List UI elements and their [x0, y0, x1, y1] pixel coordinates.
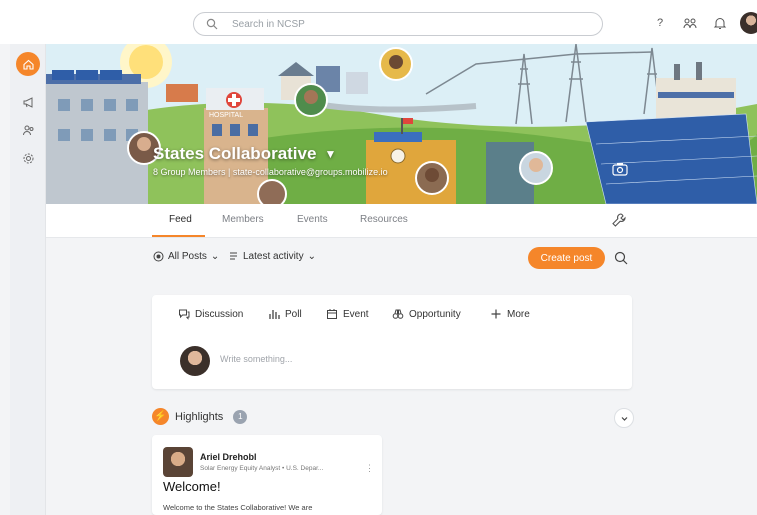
create-post-button[interactable]: Create post — [528, 247, 605, 269]
post-title: Welcome! — [163, 479, 221, 494]
author-avatar — [163, 447, 193, 477]
active-tab-indicator — [152, 235, 205, 237]
camera-icon[interactable] — [612, 162, 628, 176]
discussion-button[interactable]: Discussion — [178, 308, 243, 320]
event-label: Event — [343, 308, 369, 320]
tab-resources[interactable]: Resources — [360, 214, 408, 225]
chevron-down-icon — [621, 416, 627, 421]
wrench-icon[interactable] — [611, 212, 627, 228]
help-icon[interactable]: ? — [650, 13, 670, 33]
bell-icon[interactable] — [710, 13, 730, 33]
home-icon[interactable] — [16, 52, 40, 76]
search-box[interactable] — [193, 12, 603, 36]
plus-icon — [491, 309, 501, 319]
search-icon — [206, 18, 218, 30]
calendar-icon — [327, 309, 337, 319]
feed-filter-bar: All Posts ⌄ Latest activity ⌄ Create pos… — [46, 238, 757, 278]
chevron-down-icon: ⌄ — [210, 251, 220, 262]
group-banner: HOSPITAL States Collaborative ▼ 8 Group … — [46, 44, 757, 204]
highlights-label: Highlights — [175, 410, 224, 423]
opportunity-button[interactable]: Opportunity — [392, 308, 461, 320]
search-icon[interactable] — [613, 250, 629, 266]
left-rail — [10, 44, 46, 515]
more-button[interactable]: More — [490, 308, 530, 320]
sort-filter[interactable]: Latest activity ⌄ — [228, 251, 316, 262]
more-options-icon[interactable]: ⋮ — [365, 463, 374, 474]
author-role: Solar Energy Equity Analyst • U.S. Depar… — [200, 465, 324, 472]
list-icon — [230, 252, 237, 260]
post-body: Welcome to the States Collaborative! We … — [163, 503, 313, 512]
highlights-header: ⚡ Highlights 1 — [152, 408, 248, 425]
chevron-down-icon[interactable]: ▼ — [324, 147, 336, 161]
group-subtitle: 8 Group Members | state-collaborative@gr… — [153, 167, 388, 177]
target-icon — [153, 251, 164, 262]
author-name: Ariel Drehobl — [200, 452, 257, 462]
chat-icon — [179, 309, 190, 320]
binoculars-icon — [392, 309, 404, 319]
group-tabs: Feed Members Events Resources — [46, 204, 757, 238]
event-button[interactable]: Event — [326, 308, 369, 320]
highlight-card[interactable]: Ariel Drehobl Solar Energy Equity Analys… — [152, 435, 382, 515]
groups-icon[interactable] — [680, 13, 700, 33]
sort-label: Latest activity — [243, 251, 304, 262]
write-something-input[interactable] — [220, 354, 520, 364]
tab-events[interactable]: Events — [297, 214, 328, 225]
poll-button[interactable]: Poll — [268, 308, 302, 320]
poll-icon — [269, 310, 280, 319]
post-composer: Discussion Poll Event Opportunity More — [152, 295, 632, 389]
people-icon[interactable] — [16, 118, 40, 142]
tab-feed[interactable]: Feed — [169, 214, 192, 225]
composer-avatar — [180, 346, 210, 376]
lightning-icon: ⚡ — [152, 408, 169, 425]
user-avatar[interactable] — [740, 12, 757, 34]
settings-icon[interactable] — [16, 146, 40, 170]
poll-label: Poll — [285, 308, 302, 320]
collapse-highlights-button[interactable] — [614, 408, 634, 428]
top-bar: ? — [0, 0, 757, 44]
group-title-text: States Collaborative — [153, 144, 317, 163]
more-label: More — [507, 308, 530, 320]
chevron-down-icon: ⌄ — [307, 251, 316, 262]
banner-illustration: HOSPITAL — [46, 44, 757, 204]
search-input[interactable] — [232, 18, 532, 30]
discussion-label: Discussion — [195, 308, 244, 320]
all-posts-filter[interactable]: All Posts ⌄ — [153, 251, 219, 262]
hospital-sign: HOSPITAL — [209, 112, 243, 119]
tab-members[interactable]: Members — [222, 214, 264, 225]
opportunity-label: Opportunity — [409, 308, 461, 320]
highlights-count-badge: 1 — [233, 409, 248, 424]
megaphone-icon[interactable] — [16, 90, 40, 114]
group-title[interactable]: States Collaborative ▼ — [153, 144, 336, 164]
all-posts-label: All Posts — [168, 251, 207, 262]
